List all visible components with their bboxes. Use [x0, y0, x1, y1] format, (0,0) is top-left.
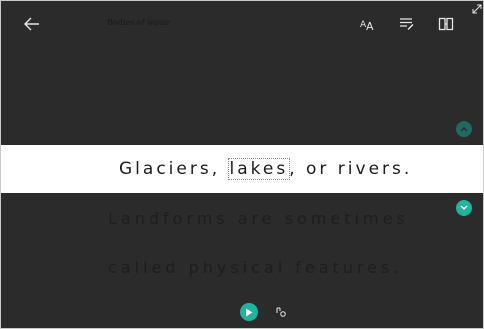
text-options-icon: A A — [360, 20, 374, 31]
grammar-options-icon — [400, 18, 414, 30]
highlighted-word[interactable]: lakes — [227, 158, 291, 180]
scroll-down-button[interactable] — [456, 200, 472, 216]
grammar-options-button[interactable] — [394, 11, 420, 37]
reading-preferences-button[interactable] — [433, 11, 459, 37]
back-arrow-icon — [24, 17, 39, 31]
text-options-button[interactable]: A A — [355, 11, 381, 37]
toolbar: Bodies of water A A — [1, 1, 483, 45]
focus-text-before: Glaciers, — [119, 159, 229, 179]
chevron-down-icon — [460, 205, 468, 211]
chevron-up-icon — [460, 127, 468, 132]
back-button[interactable] — [19, 11, 45, 37]
book-icon — [438, 17, 454, 31]
immersive-reader-window: Bodies of water A A Glaciers, lakes, or … — [0, 0, 484, 329]
voice-settings-icon — [276, 307, 286, 317]
voice-settings-button[interactable] — [273, 304, 289, 320]
play-button[interactable] — [240, 303, 258, 321]
line-focus-strip: Glaciers, lakes, or rivers. — [12, 145, 483, 193]
current-reading-line: Glaciers, lakes, or rivers. — [119, 158, 413, 180]
scroll-up-button[interactable] — [456, 121, 472, 137]
next-line: Landforms are sometimes — [108, 209, 409, 228]
focus-text-after: , or rivers. — [289, 159, 413, 179]
play-icon — [246, 308, 253, 316]
expand-icon — [472, 4, 482, 14]
fullscreen-button[interactable] — [471, 3, 483, 15]
next-line: called physical features. — [108, 258, 403, 277]
document-title: Bodies of water — [107, 18, 171, 27]
svg-text:A: A — [366, 20, 374, 31]
